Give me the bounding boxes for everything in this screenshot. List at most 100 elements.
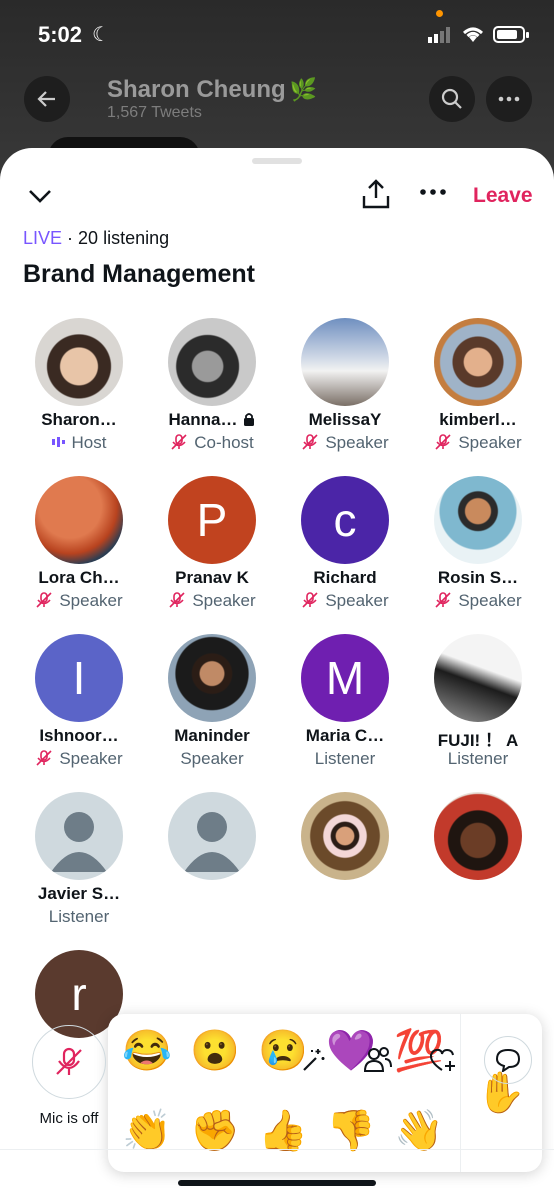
battery-icon bbox=[493, 26, 529, 43]
participant-name: MelissaY bbox=[308, 410, 382, 429]
mic-off-icon bbox=[56, 1047, 82, 1075]
avatar bbox=[168, 634, 256, 722]
share-icon[interactable] bbox=[361, 178, 391, 210]
lock-icon bbox=[244, 413, 255, 426]
participant-role-line: Speaker bbox=[143, 591, 281, 611]
mic-muted-icon bbox=[302, 434, 318, 450]
participant-role-line: Speaker bbox=[409, 433, 547, 453]
cellular-signal-icon bbox=[428, 27, 450, 43]
profile-name-text: Sharon Cheung bbox=[107, 76, 286, 103]
surprised-emoji-icon[interactable]: 😮 bbox=[188, 1024, 242, 1078]
mic-muted-icon bbox=[302, 592, 318, 608]
status-bar: 5:02 ☾ bbox=[0, 0, 554, 70]
leave-button[interactable]: Leave bbox=[473, 184, 533, 208]
participant-name: kimberl… bbox=[439, 410, 517, 429]
back-button[interactable] bbox=[24, 76, 70, 122]
participant-name: Javier S… bbox=[37, 884, 121, 903]
participant-role: Listener bbox=[314, 749, 376, 768]
leaf-icon: 🌿 bbox=[289, 77, 318, 102]
live-status: LIVE · 20 listening bbox=[23, 228, 169, 249]
live-label: LIVE bbox=[23, 228, 63, 248]
bottom-divider bbox=[0, 1149, 554, 1150]
participant-role-line: Host bbox=[10, 433, 148, 453]
default-avatar bbox=[35, 792, 123, 880]
search-icon bbox=[441, 88, 462, 109]
mic-muted-icon bbox=[169, 592, 185, 608]
effects-button[interactable] bbox=[297, 1043, 331, 1077]
sheet-grabber[interactable] bbox=[252, 158, 302, 164]
avatar bbox=[301, 318, 389, 406]
avatar-initial: P bbox=[168, 476, 256, 564]
participant-name: Richard bbox=[313, 568, 377, 587]
participant-role: Speaker bbox=[192, 591, 256, 610]
status-time: 5:02 bbox=[38, 22, 83, 47]
mic-muted-icon bbox=[435, 592, 451, 608]
comment-button[interactable] bbox=[484, 1036, 532, 1084]
mic-muted-icon bbox=[435, 434, 451, 450]
participant-role: Speaker bbox=[458, 591, 522, 610]
more-dots-icon bbox=[498, 96, 520, 102]
mic-status-label: Mic is off bbox=[39, 1110, 99, 1127]
participant-name: FUJI! ！ A bbox=[437, 731, 519, 750]
default-avatar bbox=[168, 792, 256, 880]
participant-role: Speaker bbox=[59, 591, 123, 610]
avatar-initial: M bbox=[301, 634, 389, 722]
avatar bbox=[434, 476, 522, 564]
participant-role: Speaker bbox=[180, 749, 244, 768]
add-reaction-button[interactable] bbox=[426, 1043, 460, 1077]
avatar-initial: c bbox=[301, 476, 389, 564]
avatar bbox=[168, 318, 256, 406]
participant-role-line: Speaker bbox=[276, 433, 414, 453]
participant-role-line: Speaker bbox=[10, 749, 148, 769]
participant-name: Hanna… bbox=[143, 410, 281, 430]
participant-name: Maninder bbox=[174, 726, 250, 745]
default-profile-icon bbox=[51, 812, 107, 872]
profile-name: Sharon Cheung 🌿 bbox=[107, 76, 317, 104]
privacy-indicator-dot bbox=[436, 10, 443, 17]
avatar-initial: I bbox=[35, 634, 123, 722]
participant-role: Listener bbox=[447, 749, 509, 768]
magic-wand-icon bbox=[303, 1049, 325, 1071]
mic-muted-icon bbox=[36, 592, 52, 608]
search-button[interactable] bbox=[429, 76, 475, 122]
listening-count: · 20 listening bbox=[67, 228, 170, 248]
wifi-icon bbox=[463, 27, 483, 42]
participant-name: Lora Ch… bbox=[38, 568, 120, 587]
participant-name: Ishnoor… bbox=[39, 726, 119, 745]
mic-muted-icon bbox=[171, 434, 187, 450]
back-arrow-icon bbox=[37, 91, 55, 107]
participant-role-line: Speaker bbox=[10, 591, 148, 611]
participant-role-line: Co-host bbox=[143, 433, 281, 453]
avatar bbox=[434, 318, 522, 406]
mic-muted-icon bbox=[36, 750, 52, 766]
participant-name-text: Hanna… bbox=[168, 410, 238, 429]
more-dots-icon[interactable] bbox=[418, 182, 448, 202]
speech-bubble-icon bbox=[495, 1048, 521, 1072]
participant-role: Co-host bbox=[194, 433, 254, 452]
participant-name: Sharon… bbox=[41, 410, 117, 429]
tweet-count: 1,567 Tweets bbox=[107, 104, 202, 121]
focus-moon-icon: ☾ bbox=[92, 24, 110, 46]
default-profile-icon bbox=[184, 812, 240, 872]
participant-role: Speaker bbox=[325, 433, 389, 452]
mic-toggle-button[interactable] bbox=[32, 1025, 106, 1099]
space-title: Brand Management bbox=[23, 260, 255, 288]
avatar bbox=[35, 476, 123, 564]
more-options-button[interactable] bbox=[486, 76, 532, 122]
collapse-chevron-icon[interactable] bbox=[26, 184, 54, 208]
avatar bbox=[301, 792, 389, 880]
people-button[interactable] bbox=[361, 1043, 395, 1077]
participant-role-line: Speaker bbox=[409, 591, 547, 611]
people-icon bbox=[363, 1047, 392, 1072]
home-indicator bbox=[178, 1180, 376, 1186]
participant-role: Speaker bbox=[458, 433, 522, 452]
participant-role-line: Speaker bbox=[276, 591, 414, 611]
avatar bbox=[434, 634, 522, 722]
participant-role: Listener bbox=[48, 907, 110, 926]
participant-name: Maria C… bbox=[305, 726, 385, 745]
participant-role: Speaker bbox=[59, 749, 123, 768]
speaking-bars-icon bbox=[51, 437, 65, 447]
profile-header: Sharon Cheung 🌿 1,567 Tweets bbox=[0, 70, 554, 130]
laughing-emoji-icon[interactable]: 😂 bbox=[120, 1024, 174, 1078]
participant-role: Host bbox=[71, 433, 107, 452]
